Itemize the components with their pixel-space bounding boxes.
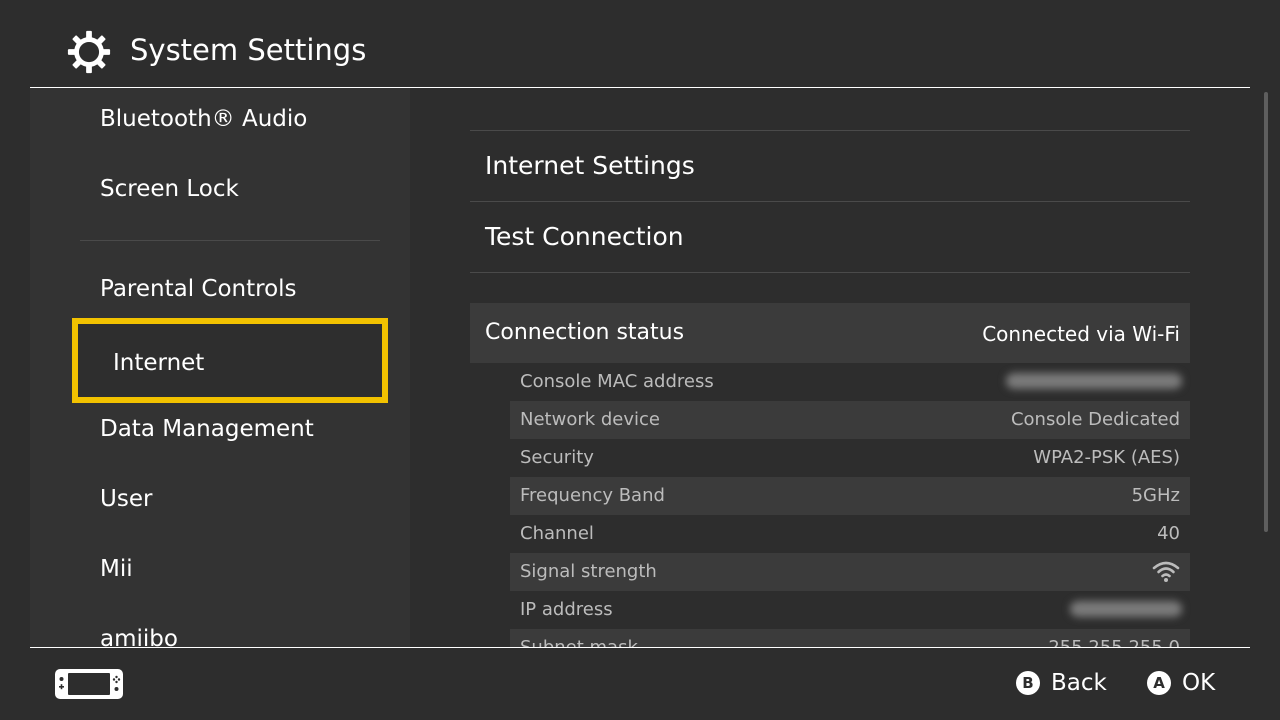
b-button-icon: B: [1016, 671, 1040, 695]
handheld-console-icon: [55, 669, 123, 699]
ok-label: OK: [1182, 670, 1216, 696]
a-button-icon: A: [1147, 671, 1171, 695]
detail-row-mac-address: Console MAC address: [510, 363, 1190, 401]
sidebar-item-internet[interactable]: Internet: [72, 318, 388, 403]
back-button[interactable]: B Back: [1016, 670, 1107, 696]
internet-settings-button[interactable]: Internet Settings: [470, 130, 1190, 201]
page-title: System Settings: [130, 33, 367, 67]
menu-divider: [470, 272, 1190, 273]
detail-row-channel: Channel 40: [510, 515, 1190, 553]
sidebar-item-label: Internet: [113, 350, 205, 376]
detail-label: Signal strength: [520, 561, 657, 582]
detail-label: Network device: [520, 409, 661, 430]
sidebar-item-user[interactable]: User: [100, 486, 152, 512]
main-content[interactable]: Internet Settings Test Connection Connec…: [410, 88, 1280, 647]
sidebar-item-mii[interactable]: Mii: [100, 556, 133, 582]
detail-row-ip-address: IP address: [510, 591, 1190, 629]
sidebar-divider: [80, 240, 380, 241]
header-bar: System Settings: [0, 0, 1280, 88]
gear-icon: [67, 30, 111, 74]
detail-label: Subnet mask: [520, 637, 638, 647]
footer-bar: B Back A OK: [0, 648, 1280, 720]
detail-row-subnet-mask: Subnet mask 255.255.255.0: [510, 629, 1190, 647]
detail-label: Security: [520, 447, 594, 468]
sidebar-item-parental-controls[interactable]: Parental Controls: [100, 276, 297, 302]
redacted-value: [1070, 601, 1182, 617]
test-connection-button[interactable]: Test Connection: [470, 201, 1190, 272]
detail-label: Channel: [520, 523, 594, 544]
detail-label: Frequency Band: [520, 485, 665, 506]
sidebar-item-data-management[interactable]: Data Management: [100, 416, 314, 442]
detail-row-network-device: Network device Console Dedicated: [510, 401, 1190, 439]
detail-row-frequency-band: Frequency Band 5GHz: [510, 477, 1190, 515]
sidebar-item-amiibo[interactable]: amiibo: [100, 626, 178, 647]
connection-status-row: Connection status Connected via Wi-Fi: [470, 303, 1190, 363]
detail-value: WPA2-PSK (AES): [1033, 447, 1180, 468]
detail-value: 255.255.255.0: [1048, 637, 1180, 647]
sidebar-item-screen-lock[interactable]: Screen Lock: [100, 176, 239, 202]
back-label: Back: [1051, 670, 1107, 696]
scrollbar[interactable]: [1264, 92, 1268, 532]
redacted-value: [1006, 373, 1182, 389]
wifi-signal-icon: [1152, 561, 1180, 582]
connection-status-value: Connected via Wi-Fi: [982, 322, 1180, 346]
detail-value: 5GHz: [1131, 485, 1180, 506]
detail-row-security: Security WPA2-PSK (AES): [510, 439, 1190, 477]
ok-button[interactable]: A OK: [1147, 670, 1215, 696]
detail-value: Console Dedicated: [1010, 409, 1180, 430]
connection-status-label: Connection status: [485, 320, 685, 345]
detail-row-signal-strength: Signal strength: [510, 553, 1190, 591]
menu-item-label: Test Connection: [485, 222, 684, 251]
sidebar-item-bluetooth-audio[interactable]: Bluetooth® Audio: [100, 106, 307, 132]
detail-label: IP address: [520, 599, 613, 620]
detail-value: 40: [1157, 523, 1180, 544]
menu-item-label: Internet Settings: [485, 151, 695, 180]
detail-label: Console MAC address: [520, 371, 714, 392]
